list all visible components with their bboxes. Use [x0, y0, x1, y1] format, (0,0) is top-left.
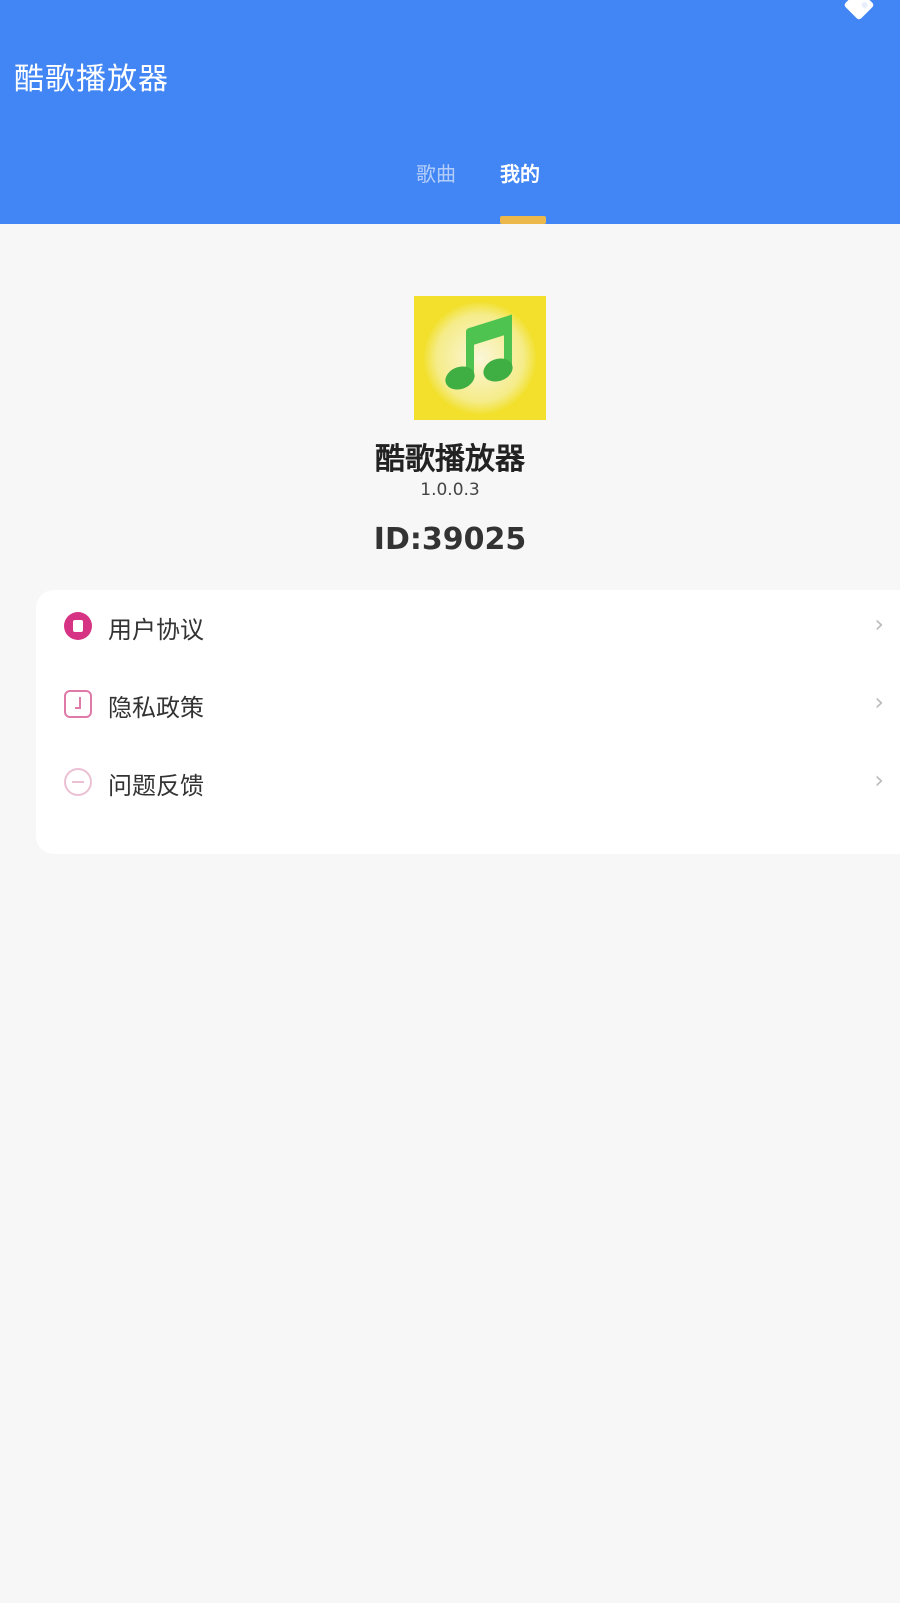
app-header: 酷歌播放器 歌曲 我的	[0, 0, 900, 224]
feedback-icon	[64, 768, 92, 796]
shield-icon	[64, 690, 92, 718]
tab-bar: 歌曲 我的	[0, 158, 900, 224]
chevron-right-icon: ›	[874, 688, 884, 716]
menu-item-user-agreement[interactable]: 用户协议 ›	[36, 590, 900, 660]
app-title: 酷歌播放器	[14, 62, 169, 97]
app-version: 1.0.0.3	[420, 480, 480, 500]
wifi-icon	[843, 0, 875, 21]
document-icon	[64, 612, 92, 640]
app-logo	[414, 296, 546, 420]
menu-item-label: 问题反馈	[108, 772, 204, 800]
user-id: ID:39025	[373, 522, 527, 557]
music-note-icon	[445, 314, 513, 390]
menu-item-privacy-policy[interactable]: 隐私政策 ›	[36, 668, 900, 738]
chevron-right-icon: ›	[874, 766, 884, 794]
menu-item-feedback[interactable]: 问题反馈 ›	[36, 746, 900, 816]
tab-mine[interactable]: 我的	[500, 158, 540, 187]
tab-active-indicator	[500, 216, 546, 224]
menu-item-label: 隐私政策	[108, 694, 204, 722]
settings-menu: 用户协议 › 隐私政策 › 问题反馈 ›	[36, 590, 900, 854]
chevron-right-icon: ›	[874, 610, 884, 638]
app-name: 酷歌播放器	[375, 442, 525, 477]
menu-item-label: 用户协议	[108, 616, 204, 644]
tab-songs[interactable]: 歌曲	[416, 158, 456, 187]
app-root: 酷歌播放器 歌曲 我的 酷歌播放器 1.0.0.3 ID:39025 用户协议 …	[0, 0, 900, 1603]
